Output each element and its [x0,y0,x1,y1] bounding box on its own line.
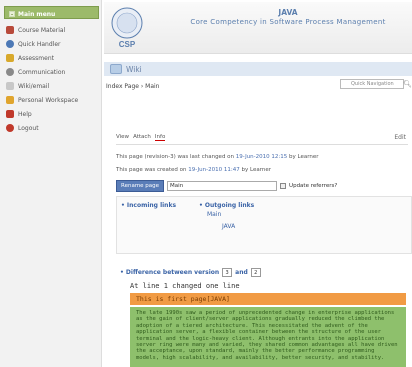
outgoing-link-java[interactable]: JAVA [222,223,235,230]
main-menu-header[interactable]: - Main menu [4,6,99,19]
sidebar-item-label: Assessment [18,54,54,62]
edit-link[interactable]: Edit [394,134,406,141]
page-tabs: View Attach Info [116,134,166,141]
tab-info[interactable]: Info [154,134,166,141]
book-icon [6,26,14,34]
version-b-select[interactable]: 2 [250,268,261,277]
sidebar-item-wiki-email[interactable]: Wiki/email [0,79,101,93]
sidebar-item-label: Communication [18,68,66,76]
logo-text: CSP [119,40,136,49]
rename-page-button[interactable]: Rename page [116,180,165,192]
rename-input[interactable]: Main [167,181,278,191]
rename-row: Rename page Main Update referrers? [116,180,337,192]
brand-title: JAVA [278,8,298,17]
main-menu-label: Main menu [18,10,56,18]
sidebar-item-logout[interactable]: Logout [0,121,101,135]
revision-date-link[interactable]: 19-Jun-2010 12:15 [236,154,287,160]
people-icon [6,68,14,76]
sidebar-item-personal-workspace[interactable]: Personal Workspace [0,93,101,107]
sidebar-item-communication[interactable]: Communication [0,65,101,79]
wiki-icon [110,64,122,74]
update-referrers-checkbox[interactable] [280,183,287,189]
diff-header: • Difference between version 3 and 2 [120,268,261,277]
tab-view[interactable]: View [116,134,129,141]
tab-attach[interactable]: Attach [133,134,151,141]
diff-line-title: At line 1 changed one line [130,282,240,290]
logout-icon [6,124,14,132]
sidebar-item-label: Quick Handler [18,40,61,48]
mail-icon [6,82,14,90]
expand-icon: - [9,11,15,18]
clipboard-icon [6,54,14,62]
sidebar-item-course-material[interactable]: Course Material [0,23,101,37]
wiki-titlebar: Wiki [104,62,412,76]
magnifier-icon [6,40,14,48]
search-icon[interactable]: 🔍︎ [403,80,412,88]
update-referrers-label: Update referrers? [289,183,338,189]
csp-logo-icon: CSP [111,7,143,49]
created-date-link[interactable]: 19-Jun-2010 11:47 [188,167,239,173]
version-a-select[interactable]: 3 [222,268,233,277]
incoming-links-heading[interactable]: • Incoming links [121,202,176,209]
sidebar-item-help[interactable]: Help [0,107,101,121]
wiki-title: Wiki [126,64,142,74]
sidebar-item-label: Logout [18,124,39,132]
sidebar-item-assessment[interactable]: Assessment [0,51,101,65]
sidebar-item-label: Course Material [18,26,66,34]
sidebar-item-quick-handler[interactable]: Quick Handler [0,37,101,51]
diff-label: • Difference between version [120,269,220,276]
sidebar-item-label: Help [18,110,32,118]
sidebar-item-label: Wiki/email [18,82,50,90]
diff-and-label: and [235,269,248,276]
wiki-content: View Attach Info Edit This page (revisio… [104,96,412,367]
sidebar-item-label: Personal Workspace [18,96,79,104]
diff-removed-line: This is first page[JAVA] [130,293,406,305]
outgoing-link-main[interactable]: Main [207,211,221,218]
last-changed-info: This page (revision-3) was last changed … [116,154,319,160]
brand-subtitle: Core Competency in Software Process Mana… [190,18,386,26]
quick-navigation-input[interactable]: Quick Navigation [340,79,404,89]
help-icon [6,110,14,118]
divider [116,144,408,145]
folder-icon [6,96,14,104]
created-info: This page was created on 19-Jun-2010 11:… [116,167,271,173]
diff-added-block: The late 1990s saw a period of unprecede… [130,307,406,367]
outgoing-links-heading[interactable]: • Outgoing links [199,202,254,209]
sidebar: - Main menu Course Material Quick Handle… [0,0,102,367]
links-box: • Incoming links • Outgoing links Main J… [116,196,412,254]
site-header: CSP JAVA Core Competency in Software Pro… [104,2,412,54]
